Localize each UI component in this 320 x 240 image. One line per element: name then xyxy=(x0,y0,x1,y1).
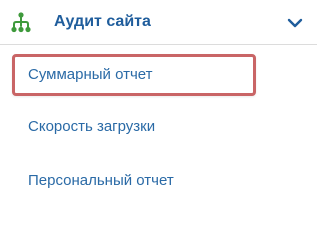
menu-item-label: Персональный отчет xyxy=(28,172,174,189)
sitemap-icon xyxy=(10,11,32,33)
menu-item-summary-report[interactable]: Суммарный отчет xyxy=(12,54,256,96)
sidebar-menu: Аудит сайта Суммарный отчет Скорость заг… xyxy=(0,0,317,205)
chevron-down-icon[interactable] xyxy=(287,16,303,28)
menu-item-label: Суммарный отчет xyxy=(28,66,153,83)
menu-item-personal-report[interactable]: Персональный отчет xyxy=(12,160,256,202)
header-divider xyxy=(0,44,317,45)
section-header-site-audit[interactable]: Аудит сайта xyxy=(0,0,317,44)
menu-item-label: Скорость загрузки xyxy=(28,118,156,135)
section-title: Аудит сайта xyxy=(54,13,151,30)
menu-item-load-speed[interactable]: Скорость загрузки xyxy=(12,106,256,148)
